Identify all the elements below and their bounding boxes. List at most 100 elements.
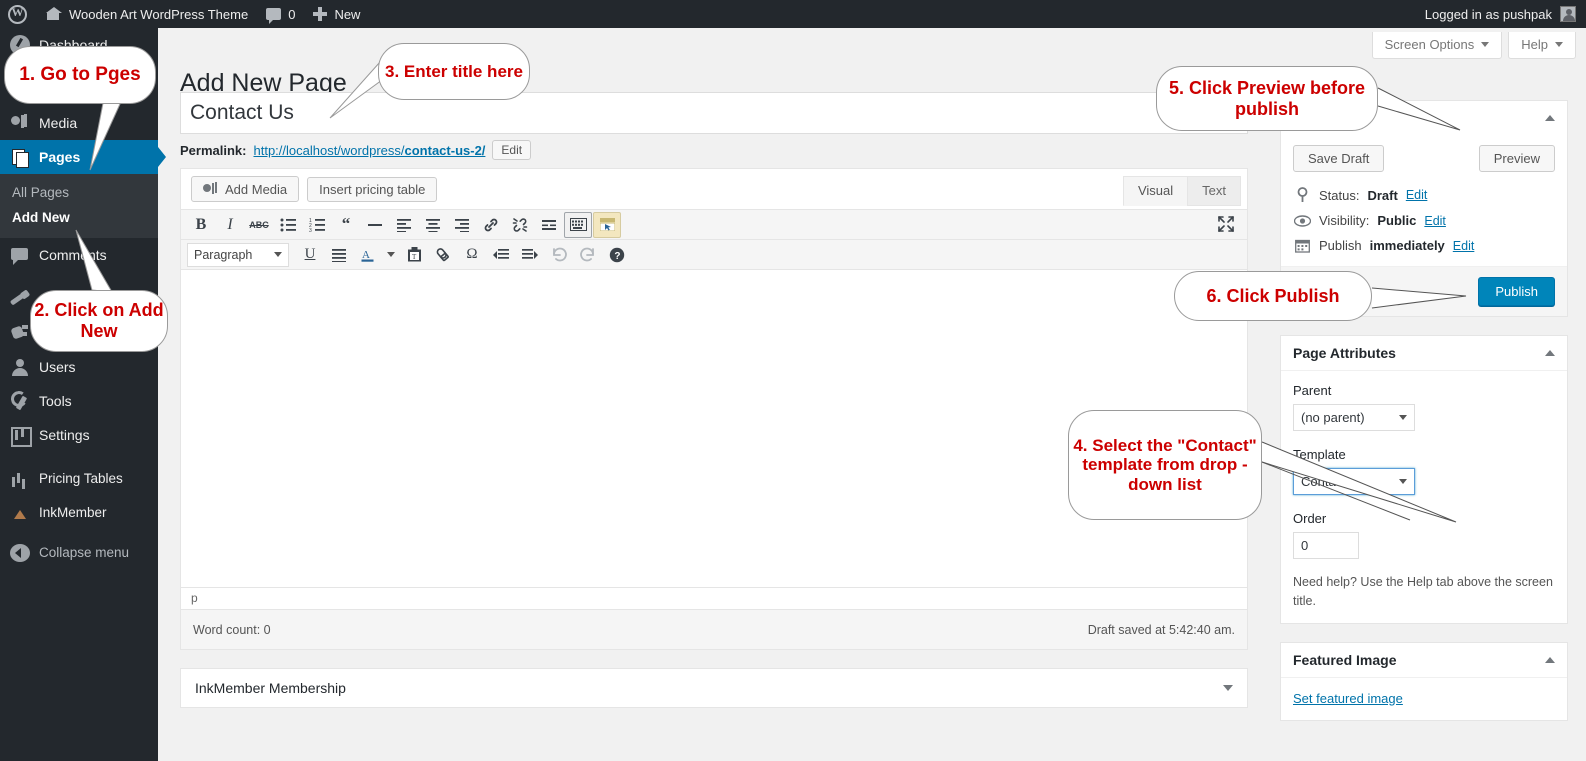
- site-name-menu[interactable]: Wooden Art WordPress Theme: [37, 0, 257, 28]
- insert-pricing-table-button[interactable]: Insert pricing table: [307, 176, 438, 202]
- account-menu[interactable]: Logged in as pushpak: [1425, 6, 1586, 22]
- template-select-value: Contact: [1301, 474, 1346, 489]
- minor-publishing-actions: Save Draft Preview Status: Draft Edit Vi…: [1281, 135, 1567, 266]
- undo-icon[interactable]: [545, 242, 573, 268]
- special-character-icon[interactable]: Ω: [458, 242, 486, 268]
- add-media-button[interactable]: Add Media: [191, 176, 300, 202]
- featured-image-postbox: Featured Image Set featured image: [1280, 641, 1568, 721]
- tab-visual[interactable]: Visual: [1122, 176, 1189, 206]
- featured-image-title: Featured Image: [1293, 651, 1397, 668]
- sidebar-item-comments[interactable]: Comments: [0, 238, 158, 272]
- sidebar-item-pages[interactable]: Pages: [0, 140, 166, 174]
- sidebar-item-tools[interactable]: Tools: [0, 384, 158, 418]
- format-select[interactable]: Paragraph: [187, 242, 289, 267]
- template-select[interactable]: Contact: [1293, 468, 1415, 495]
- page-attributes-title: Page Attributes: [1293, 345, 1396, 361]
- chevron-up-icon[interactable]: [1545, 350, 1555, 356]
- text-color-caret-icon[interactable]: [383, 242, 399, 268]
- align-left-icon[interactable]: [390, 212, 418, 238]
- distraction-free-icon[interactable]: [593, 211, 621, 238]
- edit-permalink-button[interactable]: Edit: [492, 140, 532, 160]
- save-draft-button[interactable]: Save Draft: [1293, 145, 1385, 172]
- sidebar-label-pages: Pages: [39, 149, 81, 165]
- sidebar-item-all-pages[interactable]: All Pages: [0, 180, 158, 205]
- toolbar-toggle-icon[interactable]: [564, 211, 592, 238]
- bold-icon[interactable]: B: [187, 212, 215, 238]
- visibility-row: Visibility: Public Edit: [1293, 208, 1555, 233]
- sidebar-item-collapse-menu[interactable]: Collapse menu: [0, 536, 158, 570]
- blockquote-icon[interactable]: “: [332, 212, 360, 238]
- italic-icon[interactable]: I: [216, 212, 244, 238]
- tools-wrench-icon: [10, 391, 30, 411]
- chevron-down-icon[interactable]: [1223, 685, 1233, 691]
- page-attributes-body: Parent (no parent) Template Contact Orde…: [1281, 371, 1567, 623]
- order-label: Order: [1293, 511, 1327, 526]
- chevron-down-icon: [387, 252, 395, 257]
- outdent-icon[interactable]: [487, 242, 515, 268]
- new-label: New: [334, 6, 361, 22]
- preview-button[interactable]: Preview: [1478, 145, 1555, 172]
- insert-link-icon[interactable]: [477, 212, 505, 238]
- sidebar-item-users[interactable]: Users: [0, 350, 158, 384]
- indent-icon[interactable]: [516, 242, 544, 268]
- post-title-input[interactable]: [181, 93, 1247, 133]
- text-color-icon[interactable]: A: [354, 242, 382, 268]
- wordpress-logo-button[interactable]: [0, 0, 37, 28]
- screen-options-tab[interactable]: Screen Options: [1371, 32, 1503, 59]
- callout-4: 4. Select the "Contact" template from dr…: [1068, 410, 1262, 520]
- tab-text[interactable]: Text: [1187, 176, 1241, 206]
- insert-pricing-table-label: Insert pricing table: [319, 181, 426, 197]
- edit-status-link[interactable]: Edit: [1406, 188, 1428, 202]
- comments-bubble-button[interactable]: 0: [257, 0, 304, 28]
- sidebar-item-settings[interactable]: Settings: [0, 418, 158, 452]
- order-input[interactable]: [1293, 532, 1359, 559]
- callout-3: 3. Enter title here: [378, 43, 530, 100]
- svg-text:T: T: [412, 253, 417, 261]
- permalink-link[interactable]: http://localhost/wordpress/contact-us-2/: [253, 143, 485, 158]
- set-featured-image-link[interactable]: Set featured image: [1293, 691, 1403, 706]
- sidebar-item-add-new[interactable]: Add New: [0, 205, 158, 230]
- fullscreen-toggle-icon[interactable]: [1213, 211, 1239, 237]
- visibility-label: Visibility:: [1319, 213, 1370, 228]
- sidebar-label-users: Users: [39, 359, 76, 375]
- underline-icon[interactable]: U: [296, 242, 324, 268]
- keyboard-shortcuts-icon[interactable]: ?: [603, 242, 631, 268]
- editor-mode-tabs: Visual Text: [1122, 176, 1241, 206]
- comment-count: 0: [288, 6, 296, 22]
- chevron-down-icon: [1555, 42, 1563, 47]
- visibility-value: Public: [1377, 213, 1417, 228]
- sidebar-item-pricing-tables[interactable]: Pricing Tables: [0, 462, 158, 496]
- editor-toolbar-row-2: Paragraph U A T Ω ?: [181, 239, 1247, 269]
- help-tab[interactable]: Help: [1508, 32, 1576, 59]
- sidebar-item-media[interactable]: Media: [0, 106, 158, 140]
- post-title-wrap: [180, 92, 1248, 134]
- edit-visibility-link[interactable]: Edit: [1424, 214, 1446, 228]
- inkmember-membership-postbox: InkMember Membership: [180, 668, 1248, 708]
- redo-icon[interactable]: [574, 242, 602, 268]
- align-center-icon[interactable]: [419, 212, 447, 238]
- new-content-menu[interactable]: New: [304, 0, 369, 28]
- strikethrough-icon[interactable]: ABC: [245, 212, 273, 238]
- publish-button[interactable]: Publish: [1478, 277, 1555, 306]
- paste-as-text-icon[interactable]: T: [400, 242, 428, 268]
- clear-formatting-icon[interactable]: [429, 242, 457, 268]
- chevron-up-icon[interactable]: [1545, 115, 1555, 121]
- parent-select[interactable]: (no parent): [1293, 404, 1415, 431]
- help-label: Help: [1521, 37, 1548, 52]
- numbered-list-icon[interactable]: 123: [303, 212, 331, 238]
- horizontal-rule-icon[interactable]: [361, 212, 389, 238]
- bullet-list-icon[interactable]: [274, 212, 302, 238]
- parent-label: Parent: [1293, 383, 1332, 398]
- svg-text:A: A: [362, 249, 370, 261]
- justify-icon[interactable]: [325, 242, 353, 268]
- sidebar-item-inkmember[interactable]: InkMember: [0, 496, 158, 530]
- status-value: Draft: [1367, 187, 1398, 203]
- chevron-up-icon[interactable]: [1545, 656, 1555, 663]
- unlink-icon[interactable]: [506, 212, 534, 238]
- edit-publish-time-link[interactable]: Edit: [1453, 239, 1475, 253]
- read-more-icon[interactable]: [535, 212, 563, 238]
- parent-select-value: (no parent): [1301, 410, 1365, 425]
- align-right-icon[interactable]: [448, 212, 476, 238]
- editor-path: p: [191, 591, 198, 605]
- publish-when: immediately: [1369, 238, 1445, 253]
